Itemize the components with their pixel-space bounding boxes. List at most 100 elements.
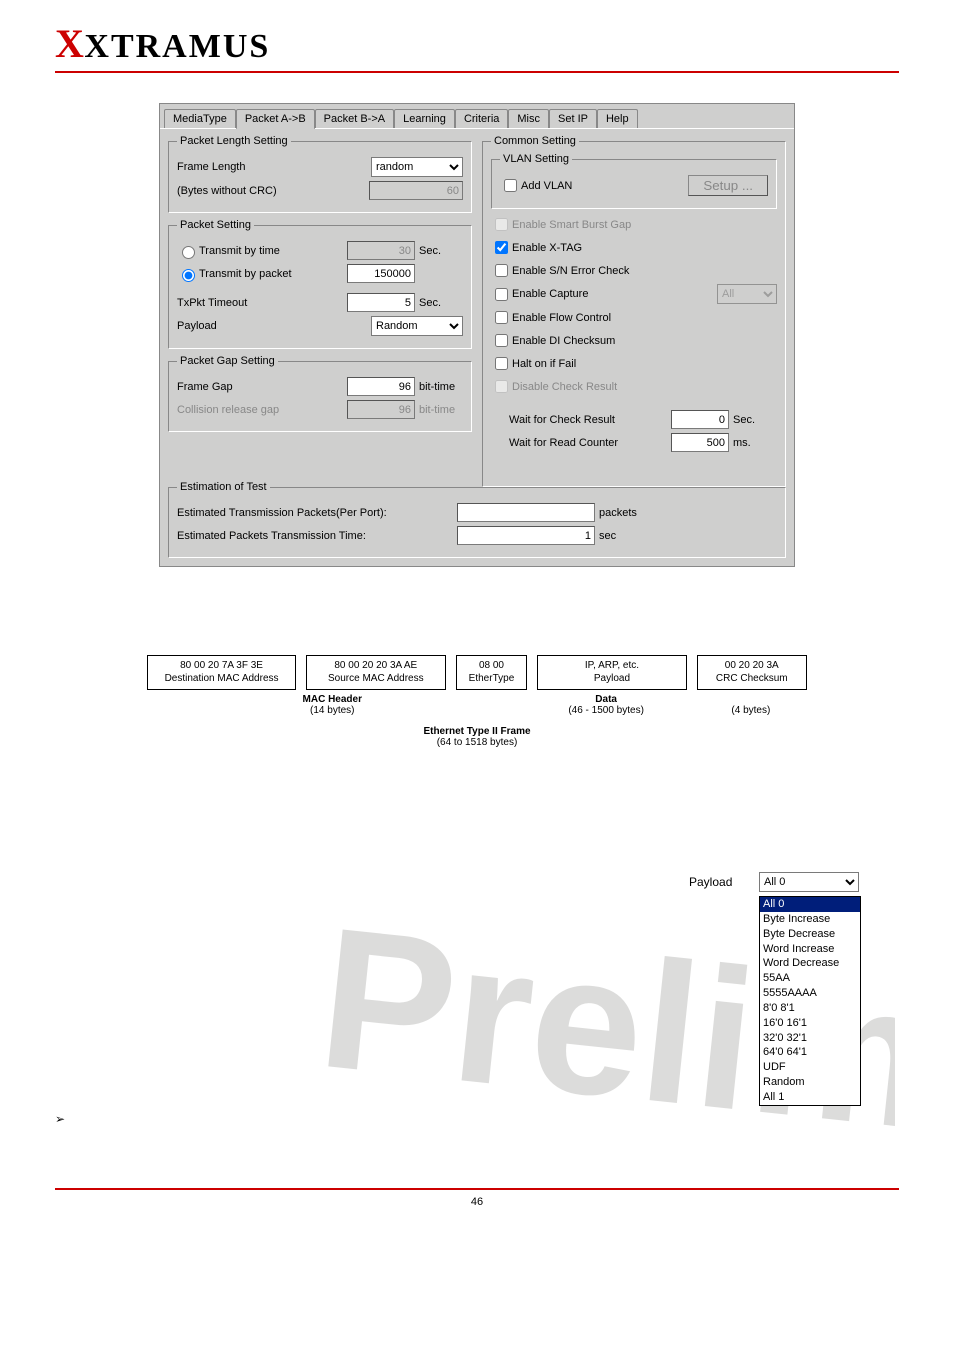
list-item[interactable]: Byte Decrease: [760, 927, 860, 942]
input-wait-check[interactable]: [671, 410, 729, 429]
tab-criteria[interactable]: Criteria: [455, 109, 508, 128]
unit-est-time: sec: [599, 530, 643, 542]
chk-dichecksum[interactable]: [495, 334, 508, 347]
label-mac-header: MAC Header(14 bytes): [147, 694, 518, 716]
label-byteinc: Byte Increase:: [98, 938, 180, 952]
chk-xtag[interactable]: [495, 241, 508, 254]
unit-sec2: Sec.: [419, 297, 463, 309]
list-item[interactable]: UDF: [760, 1060, 860, 1075]
list-item[interactable]: All 1: [760, 1090, 860, 1105]
input-frame-gap[interactable]: [347, 377, 415, 396]
label-by-packet: Transmit by packet: [199, 268, 347, 280]
group-common: Common Setting VLAN Setting Add VLAN Set…: [482, 135, 786, 487]
label-flowctrl: Enable Flow Control: [512, 312, 611, 324]
label-txbytime: Transmit by time:: [98, 1134, 197, 1148]
legend-est: Estimation of Test: [177, 481, 270, 493]
label-crc-bytes: (4 bytes): [695, 694, 807, 716]
list-item[interactable]: Random: [760, 1075, 860, 1090]
heading-pls: Packet Length Setting: [74, 595, 200, 609]
unit-est-pkts: packets: [599, 507, 643, 519]
list-item[interactable]: 16'0 16'1: [760, 1016, 860, 1031]
label-smartburst: Enable Smart Burst Gap: [512, 219, 631, 231]
group-vlan: VLAN Setting Add VLAN Setup ...: [491, 153, 777, 209]
text-pls-2: The frame length doesn't include CRC.: [73, 623, 899, 637]
radio-by-packet[interactable]: [182, 269, 195, 282]
heading-ps: Packet Setting: [74, 1112, 157, 1126]
chk-add-vlan[interactable]: [504, 179, 517, 192]
tab-misc[interactable]: Misc: [508, 109, 549, 128]
label-frame-gap: Frame Gap: [177, 381, 347, 393]
select-payload-doc[interactable]: All 0: [759, 872, 859, 892]
tab-packet-ba[interactable]: Packet B->A: [315, 109, 394, 128]
unit-sec1: Sec.: [419, 245, 463, 257]
list-item[interactable]: 8'0 8'1: [760, 1001, 860, 1016]
frame-crc: 00 20 20 3ACRC Checksum: [697, 655, 807, 690]
label-by-time: Transmit by time: [199, 245, 347, 257]
label-capture: Enable Capture: [512, 288, 717, 300]
label-frame-bottom: Ethernet Type II Frame(64 to 1518 bytes): [147, 726, 807, 748]
input-est-time: [457, 526, 595, 545]
tab-help[interactable]: Help: [597, 109, 638, 128]
label-data: Data(46 - 1500 bytes): [528, 694, 685, 716]
ethernet-frame-diagram: 80 00 20 7A 3F 3EDestination MAC Address…: [147, 655, 807, 748]
unit-wait-read: ms.: [733, 437, 777, 449]
tab-setip[interactable]: Set IP: [549, 109, 597, 128]
legend-pls: Packet Length Setting: [177, 135, 291, 147]
bullet-icon: ➢: [55, 595, 65, 609]
payload-dropdown-list[interactable]: All 0 Byte Increase Byte Decrease Word I…: [759, 896, 861, 1106]
list-item[interactable]: 32'0 32'1: [760, 1031, 860, 1046]
radio-by-time[interactable]: [182, 246, 195, 259]
frame-payload: IP, ARP, etc.Payload: [537, 655, 686, 690]
btn-vlan-setup: Setup ...: [688, 175, 768, 196]
select-payload[interactable]: Random: [371, 316, 463, 336]
input-txpkt-timeout[interactable]: [347, 293, 415, 312]
input-by-time: [347, 241, 415, 260]
list-item[interactable]: 64'0 64'1: [760, 1045, 860, 1060]
group-packet-gap: Packet Gap Setting Frame Gap bit-time Co…: [168, 355, 472, 432]
list-item[interactable]: Word Decrease: [760, 956, 860, 971]
unit-wait-check: Sec.: [733, 414, 777, 426]
label-bytes-nocrc: (Bytes without CRC): [177, 185, 369, 197]
list-item[interactable]: Byte Increase: [760, 912, 860, 927]
label-wait-read: Wait for Read Counter: [509, 437, 671, 449]
unit-bittime1: bit-time: [419, 381, 463, 393]
brand-logo: XXTRAMUS: [55, 20, 899, 67]
list-item[interactable]: 5555AAAA: [760, 986, 860, 1001]
text-pls-1: Frame length : ...: [73, 609, 899, 623]
label-payload: Payload: [177, 320, 371, 332]
select-capture: All: [717, 284, 777, 304]
bullet-icon: ➢: [55, 868, 65, 882]
bullet-icon: •: [85, 1132, 90, 1148]
input-wait-read[interactable]: [671, 433, 729, 452]
label-est-pkts: Estimated Transmission Packets(Per Port)…: [177, 507, 417, 519]
chk-capture[interactable]: [495, 288, 508, 301]
chk-snerror[interactable]: [495, 264, 508, 277]
label-wait-check: Wait for Check Result: [509, 414, 671, 426]
frame-src: 80 00 20 20 3A AESource MAC Address: [306, 655, 445, 690]
label-collision-gap: Collision release gap: [177, 404, 347, 416]
chk-flowctrl[interactable]: [495, 311, 508, 324]
label-xtag: Enable X-TAG: [512, 242, 582, 254]
page-number: 46: [55, 1196, 899, 1208]
chk-haltfail[interactable]: [495, 357, 508, 370]
group-packet-setting: Packet Setting Transmit by time Sec. Tra…: [168, 219, 472, 349]
label-haltfail: Halt on if Fail: [512, 358, 576, 370]
tab-learning[interactable]: Learning: [394, 109, 455, 128]
list-item[interactable]: Word Increase: [760, 942, 860, 957]
legend-vlan: VLAN Setting: [500, 153, 572, 165]
label-est-time: Estimated Packets Transmission Time:: [177, 530, 417, 542]
tab-packet-ab[interactable]: Packet A->B: [236, 109, 315, 129]
footer: NuStreams-2000i/600i with NuApps-MultiUn…: [55, 1210, 899, 1221]
input-by-packet[interactable]: [347, 264, 415, 283]
dialog: MediaType Packet A->B Packet B->A Learni…: [159, 103, 795, 567]
label-frame-length: Frame Length: [177, 161, 371, 173]
list-item[interactable]: 55AA: [760, 971, 860, 986]
legend-cs: Common Setting: [491, 135, 579, 147]
bullet-icon: •: [85, 896, 90, 912]
frame-eth: 08 00EtherType: [456, 655, 528, 690]
tab-strip: MediaType Packet A->B Packet B->A Learni…: [160, 104, 794, 129]
tab-mediatype[interactable]: MediaType: [164, 109, 236, 128]
select-frame-length[interactable]: random: [371, 157, 463, 177]
list-item[interactable]: All 0: [760, 897, 860, 912]
divider: [55, 71, 899, 73]
